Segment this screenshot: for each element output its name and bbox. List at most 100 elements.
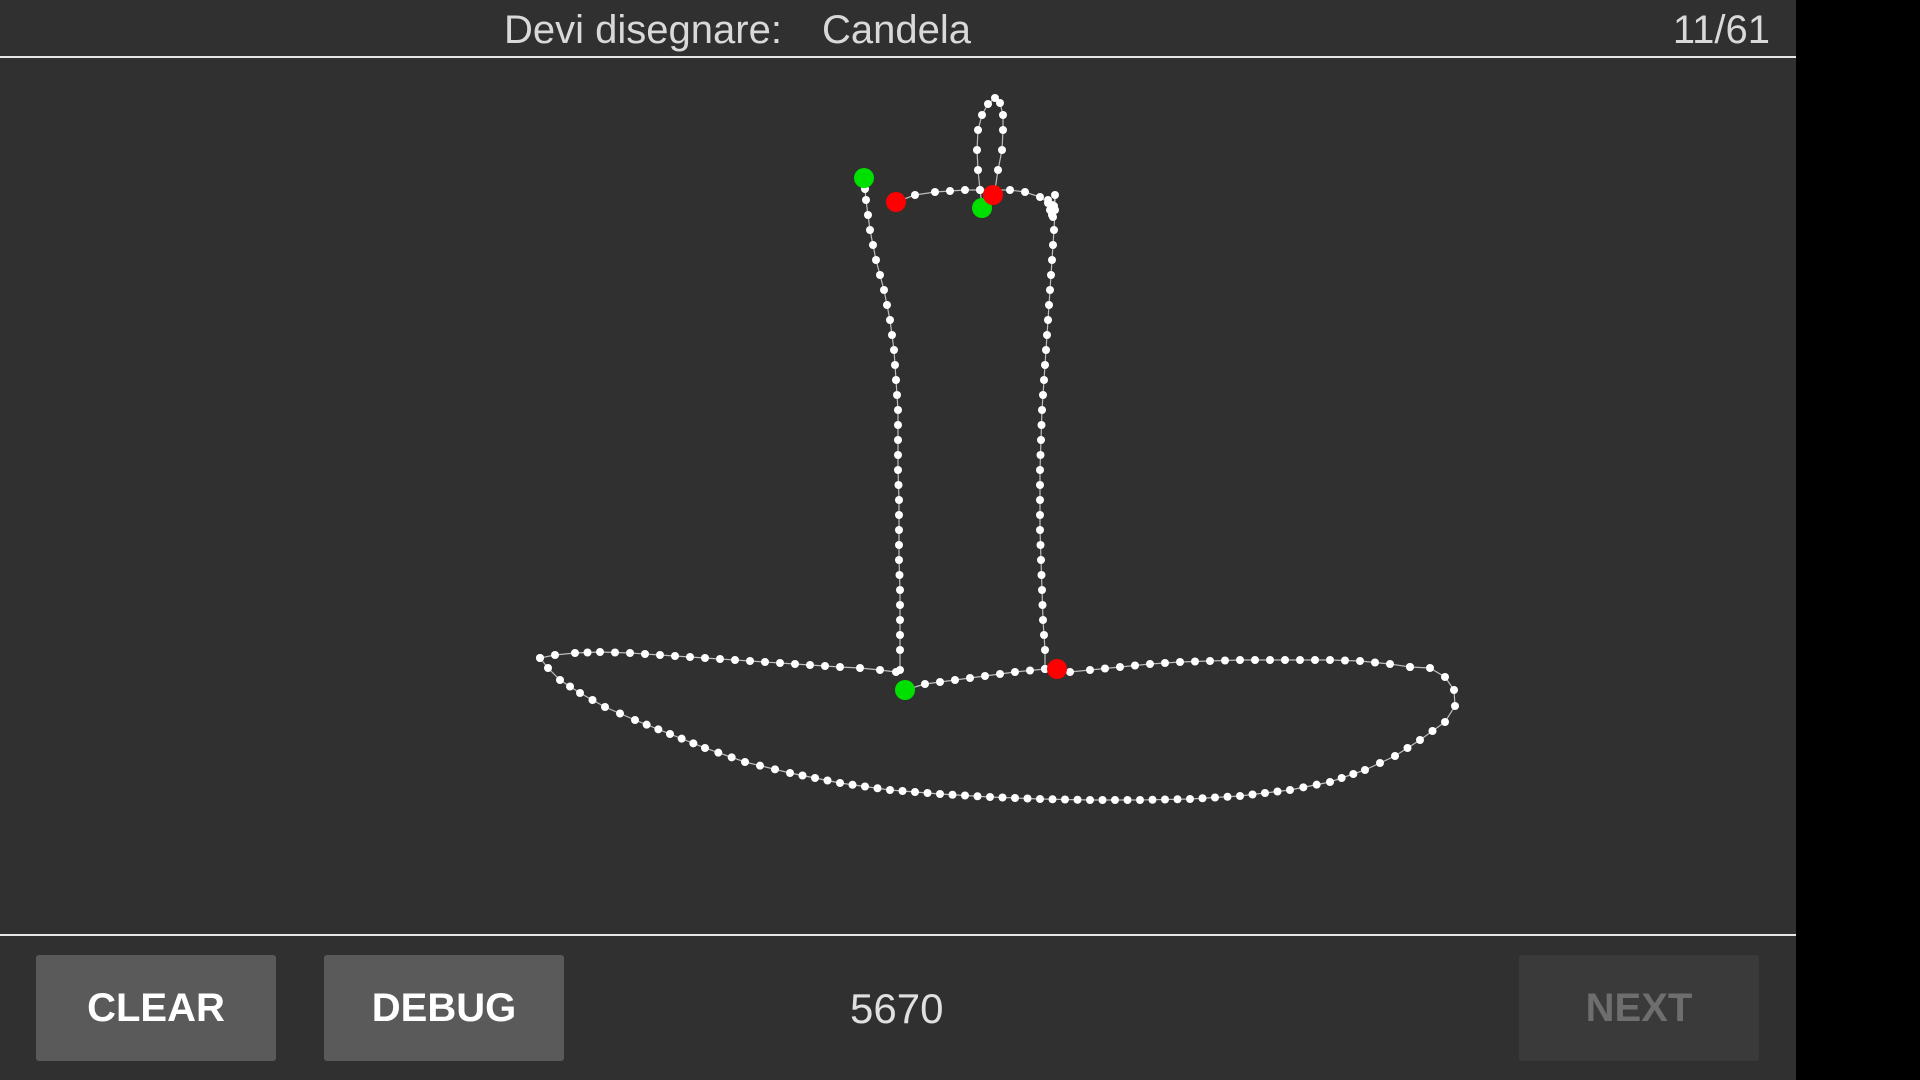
stroke-point <box>1036 193 1044 201</box>
stroke-point <box>1161 795 1169 804</box>
stroke-point <box>583 648 592 657</box>
stroke-point <box>1038 406 1046 414</box>
stroke-point <box>911 191 919 199</box>
stroke-point <box>1248 790 1257 799</box>
stroke-point <box>716 655 724 663</box>
stroke-point <box>892 376 900 384</box>
stroke-point <box>1042 346 1050 354</box>
stroke-point <box>1036 466 1044 474</box>
progress-counter: 11/61 <box>1672 8 1770 52</box>
stroke-point <box>1356 657 1364 665</box>
stroke-point <box>1086 666 1094 674</box>
stroke-point <box>714 748 723 757</box>
stroke-point <box>1266 656 1274 664</box>
prompt-label: Devi disegnare: <box>504 8 782 52</box>
stroke-point <box>1131 661 1139 670</box>
stroke-point <box>1326 656 1334 664</box>
stroke-point <box>862 196 870 204</box>
stroke-point <box>1050 226 1058 234</box>
stroke-point <box>1186 795 1194 803</box>
stroke-point <box>1040 631 1048 639</box>
stroke-point <box>821 662 829 670</box>
stroke-point <box>1176 658 1184 666</box>
stroke-point <box>756 761 764 770</box>
stroke-point <box>1451 702 1459 710</box>
stroke-point <box>1223 792 1232 801</box>
stroke-point <box>571 649 579 657</box>
stroke-point <box>1376 759 1384 767</box>
stroke-point <box>727 753 736 762</box>
stroke-point <box>836 779 844 787</box>
stroke-point <box>746 657 754 665</box>
stroke-point <box>551 651 559 659</box>
stroke-point <box>895 541 903 549</box>
stroke-point <box>631 716 639 724</box>
stroke-point <box>823 776 832 785</box>
stroke-point <box>1148 795 1157 804</box>
sketch-layer <box>536 94 1459 804</box>
stroke-point <box>1039 391 1047 399</box>
stroke-point <box>864 211 872 219</box>
stroke-path <box>1039 194 1056 669</box>
stroke-point <box>856 664 864 672</box>
stroke-point <box>1046 286 1054 294</box>
stroke-point <box>776 659 784 667</box>
header-bar: Devi disegnare: Candela 11/61 <box>0 0 1796 57</box>
stroke-point <box>626 649 634 657</box>
stroke-point <box>1416 736 1424 744</box>
stroke-point <box>536 654 544 662</box>
stroke-point <box>886 786 894 794</box>
stroke-point <box>1037 571 1046 579</box>
stroke-point <box>996 670 1004 678</box>
stroke-point <box>974 166 982 174</box>
stroke-point <box>1206 657 1214 665</box>
stroke-point <box>1049 241 1057 249</box>
stroke-point <box>886 316 894 324</box>
drawing-canvas[interactable] <box>0 58 1796 934</box>
stroke-point <box>966 674 974 682</box>
clear-button[interactable]: CLEAR <box>36 955 276 1061</box>
stroke-point <box>1037 436 1045 444</box>
stroke-point <box>1173 795 1182 804</box>
stroke-point <box>1391 752 1399 760</box>
stroke-point <box>948 790 957 799</box>
stroke-point <box>556 676 564 684</box>
stroke-point <box>1403 744 1412 752</box>
stroke-point <box>986 793 994 801</box>
stroke-point <box>1428 727 1437 735</box>
stroke-point <box>1337 774 1346 782</box>
stroke-point <box>1341 656 1349 665</box>
stroke-point <box>576 689 584 697</box>
stroke-point <box>896 616 904 624</box>
stroke-point <box>999 111 1007 119</box>
stroke-point <box>1426 664 1434 672</box>
stroke-point <box>1211 793 1219 802</box>
stroke-point <box>951 676 959 684</box>
stroke-point <box>1021 188 1029 196</box>
stroke-point <box>654 725 663 734</box>
stroke-point <box>798 771 807 780</box>
stroke-point <box>1061 795 1069 804</box>
stroke-path <box>539 657 1456 801</box>
stroke-point <box>1043 331 1051 339</box>
stroke-point <box>894 406 902 414</box>
stroke-point <box>1045 301 1053 309</box>
score-counter: 5670 <box>850 985 944 1032</box>
stroke-point <box>895 496 903 504</box>
stroke-point <box>701 744 709 752</box>
next-button[interactable]: NEXT <box>1519 955 1759 1061</box>
stroke-point <box>931 188 939 196</box>
stroke-point <box>1311 656 1319 664</box>
stroke-point <box>861 782 869 791</box>
stroke-point <box>566 682 574 691</box>
stroke-point <box>911 788 919 796</box>
prompt-word: Candela <box>822 8 972 52</box>
stroke-point <box>873 784 882 793</box>
stroke-point <box>974 126 982 134</box>
stroke-point <box>892 668 900 676</box>
stroke-point <box>888 331 896 339</box>
stroke-point <box>1299 783 1308 792</box>
stroke-point <box>1273 787 1282 796</box>
stroke-point <box>1450 686 1458 694</box>
debug-button[interactable]: DEBUG <box>324 955 564 1061</box>
